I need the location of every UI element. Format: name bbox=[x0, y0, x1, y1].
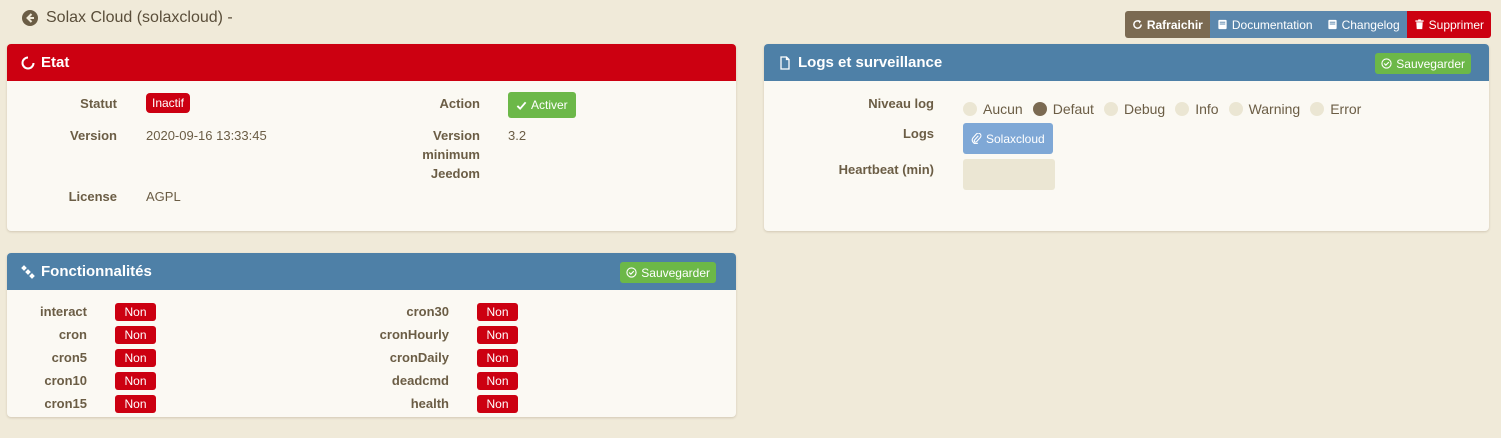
radio-icon bbox=[1103, 102, 1118, 116]
version-label: Version bbox=[70, 128, 117, 143]
refresh-label: Rafraichir bbox=[1146, 17, 1203, 32]
heartbeat-input[interactable] bbox=[963, 159, 1055, 190]
log-level-error: Error bbox=[1330, 101, 1362, 117]
log-level-warning: Warning bbox=[1248, 101, 1301, 117]
feature-status-badge: Non bbox=[477, 349, 518, 367]
log-level-defaut: Defaut bbox=[1052, 101, 1094, 117]
documentation-label: Documentation bbox=[1231, 17, 1313, 32]
check-circle-icon bbox=[626, 267, 637, 278]
radio-selected-icon bbox=[1032, 102, 1047, 116]
feature-status-badge: Non bbox=[477, 303, 518, 321]
log-level-debug: Debug bbox=[1123, 101, 1166, 117]
back-arrow-icon[interactable] bbox=[22, 10, 38, 26]
log-level-option[interactable]: Debug bbox=[1103, 101, 1166, 117]
check-icon bbox=[516, 101, 527, 110]
log-level-option[interactable]: Aucun bbox=[963, 101, 1023, 117]
action-toolbar: Rafraichir Documentation Changelog Suppr… bbox=[1124, 11, 1491, 38]
file-icon bbox=[780, 55, 790, 70]
feature-label: deadcmd bbox=[391, 373, 449, 388]
feature-status-badge: Non bbox=[115, 395, 156, 413]
features-save-button[interactable]: Sauvegarder bbox=[620, 262, 716, 283]
log-level-group: Aucun Defaut Debug Info Warning Error bbox=[963, 101, 1371, 117]
feature-status-badge: Non bbox=[477, 372, 518, 390]
check-circle-icon bbox=[1381, 58, 1392, 69]
logs-panel-header: Logs et surveillance Sauvegarder bbox=[764, 44, 1489, 81]
log-level-aucun: Aucun bbox=[983, 101, 1023, 117]
feature-status-badge: Non bbox=[115, 326, 156, 344]
logs-save-button[interactable]: Sauvegarder bbox=[1375, 53, 1471, 74]
log-level-option[interactable]: Error bbox=[1310, 101, 1361, 117]
radio-icon bbox=[1310, 102, 1325, 116]
feature-label: cron30 bbox=[406, 304, 449, 319]
feature-label: cron15 bbox=[44, 396, 87, 411]
log-level-label: Niveau log bbox=[868, 96, 934, 111]
solaxcloud-log-label: Solaxcloud bbox=[986, 131, 1045, 146]
min-version-value: 3.2 bbox=[508, 128, 527, 143]
features-panel: Fonctionnalités Sauvegarder interact Non… bbox=[7, 253, 736, 417]
log-level-option[interactable]: Info bbox=[1175, 101, 1219, 117]
book-icon bbox=[1327, 19, 1337, 30]
feature-label: cronDaily bbox=[389, 350, 449, 365]
features-panel-header: Fonctionnalités Sauvegarder bbox=[7, 253, 736, 290]
feature-status-badge: Non bbox=[115, 303, 156, 321]
license-value: AGPL bbox=[146, 189, 181, 204]
etat-panel-title: Etat bbox=[41, 54, 70, 71]
logs-panel-title: Logs et surveillance bbox=[798, 54, 943, 71]
trash-icon bbox=[1415, 19, 1424, 30]
feature-status-badge: Non bbox=[477, 326, 518, 344]
delete-label: Supprimer bbox=[1428, 17, 1484, 32]
delete-button[interactable]: Supprimer bbox=[1406, 11, 1491, 38]
feature-status-badge: Non bbox=[115, 372, 156, 390]
heartbeat-label: Heartbeat (min) bbox=[838, 162, 934, 177]
feature-label: cron5 bbox=[51, 350, 87, 365]
log-level-option[interactable]: Defaut bbox=[1032, 101, 1094, 117]
page-header: Solax Cloud (solaxcloud) - bbox=[22, 9, 233, 27]
features-save-label: Sauvegarder bbox=[641, 265, 710, 280]
features-panel-title: Fonctionnalités bbox=[41, 263, 152, 280]
refresh-icon bbox=[1132, 19, 1142, 29]
refresh-button[interactable]: Rafraichir bbox=[1124, 11, 1210, 38]
feature-status-badge: Non bbox=[477, 395, 518, 413]
changelog-label: Changelog bbox=[1341, 17, 1400, 32]
page-title: Solax Cloud (solaxcloud) - bbox=[46, 9, 233, 26]
etat-panel-header: Etat bbox=[7, 44, 736, 81]
solaxcloud-log-button[interactable]: Solaxcloud bbox=[963, 123, 1053, 154]
changelog-button[interactable]: Changelog bbox=[1319, 11, 1407, 38]
radio-icon bbox=[1228, 102, 1243, 116]
statut-label: Statut bbox=[80, 96, 117, 111]
feature-label: cronHourly bbox=[379, 327, 449, 342]
paperclip-icon bbox=[971, 133, 982, 144]
min-version-label-line1: Version bbox=[433, 128, 480, 143]
version-value: 2020-09-16 13:33:45 bbox=[146, 128, 267, 143]
feature-label: cron bbox=[58, 327, 87, 342]
statut-badge: Inactif bbox=[146, 93, 191, 113]
license-label: License bbox=[68, 189, 117, 204]
etat-panel: Etat Statut Inactif Version 2020-09-16 1… bbox=[7, 44, 736, 231]
radio-icon bbox=[963, 102, 977, 116]
log-level-option[interactable]: Warning bbox=[1228, 101, 1301, 117]
logs-save-label: Sauvegarder bbox=[1396, 56, 1465, 71]
documentation-button[interactable]: Documentation bbox=[1209, 11, 1320, 38]
feature-status-badge: Non bbox=[115, 349, 156, 367]
activer-label: Activer bbox=[531, 98, 568, 112]
min-version-label-line3: Jeedom bbox=[430, 166, 480, 181]
feature-label: health bbox=[410, 396, 449, 411]
action-label: Action bbox=[439, 96, 480, 111]
activer-button[interactable]: Activer bbox=[508, 92, 576, 118]
book-icon bbox=[1218, 19, 1227, 30]
feature-label: cron10 bbox=[44, 373, 87, 388]
logs-panel: Logs et surveillance Sauvegarder Niveau … bbox=[764, 44, 1489, 231]
min-version-label-line2: minimum bbox=[422, 147, 480, 162]
logs-label: Logs bbox=[902, 126, 934, 141]
log-level-info: Info bbox=[1195, 101, 1219, 117]
radio-icon bbox=[1175, 102, 1190, 116]
spinner-icon bbox=[21, 56, 35, 69]
feature-label: interact bbox=[40, 304, 87, 319]
satellite-icon bbox=[21, 264, 35, 279]
